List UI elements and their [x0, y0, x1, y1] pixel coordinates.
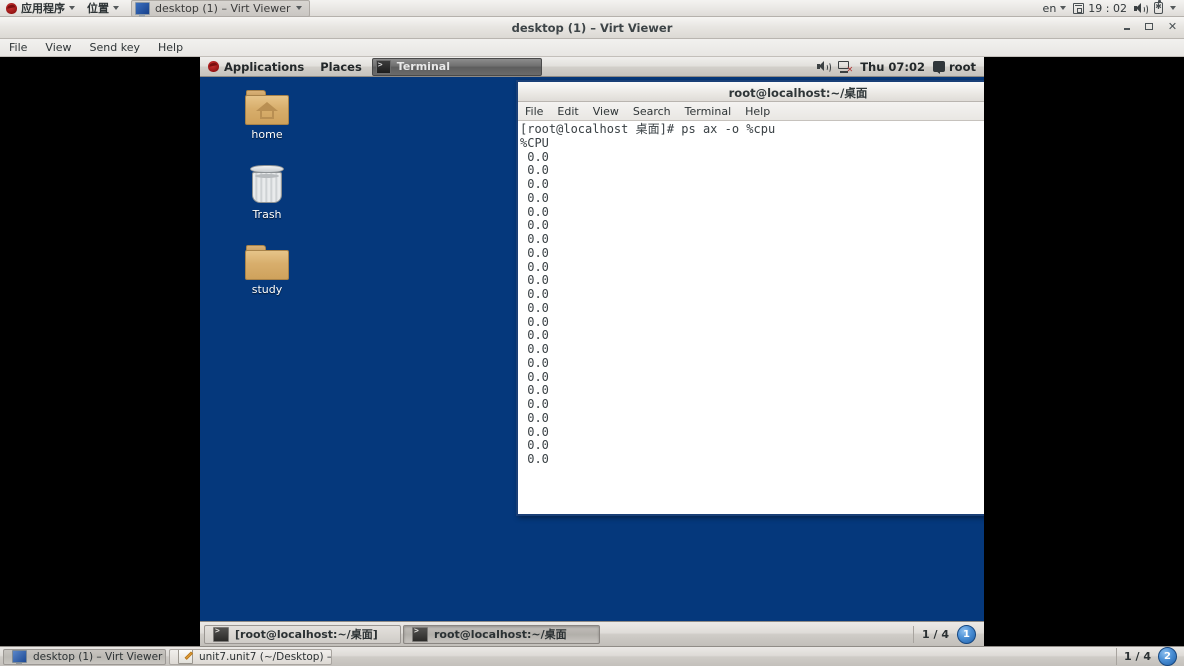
menu-view[interactable]: View [36, 39, 80, 57]
terminal-icon [213, 626, 229, 642]
vm-applications-menu[interactable]: Applications [200, 57, 312, 77]
monitor-icon [135, 1, 150, 17]
close-icon[interactable]: ✕ [1167, 21, 1178, 32]
vm-workspace-switcher[interactable]: 1 / 4 1 [913, 624, 980, 644]
vm-workspace-text: 1 / 4 [922, 627, 949, 641]
battery-icon [1154, 0, 1163, 14]
terminal-menubar: File Edit View Search Terminal Help [518, 102, 984, 121]
menu-help[interactable]: Help [149, 39, 192, 57]
host-applications-menu[interactable]: 应用程序 [0, 0, 81, 17]
vm-desktop[interactable]: Applications Places Terminal ✕ [200, 57, 984, 646]
maximize-icon[interactable] [1144, 21, 1155, 32]
vm-user-menu[interactable]: root [933, 60, 976, 74]
host-top-panel: 应用程序 位置 desktop (1) – Virt Viewer en 19 … [0, 0, 1184, 17]
terminal-icon [412, 626, 428, 642]
virt-viewer-titlebar[interactable]: desktop (1) – Virt Viewer ✕ [0, 17, 1184, 39]
desktop-icon-label: Trash [252, 208, 282, 221]
terminal-menu-help[interactable]: Help [738, 102, 777, 121]
host-taskbar-item-label: unit7.unit7 (~/Desktop) – gedit [199, 650, 332, 663]
host-clock[interactable]: 19 : 02 [1073, 2, 1127, 15]
vm-user-label: root [949, 59, 976, 74]
desktop-icon-label: study [251, 283, 283, 296]
terminal-titlebar[interactable]: root@localhost:~/桌面 ✕ [518, 82, 984, 102]
host-workspace-number[interactable]: 2 [1158, 647, 1177, 666]
vm-taskbar-item-label: [root@localhost:~/桌面] [235, 628, 378, 641]
vm-workspace-number[interactable]: 1 [957, 624, 976, 644]
chevron-down-icon [1060, 6, 1067, 10]
terminal-icon [375, 59, 391, 74]
vm-bottom-panel: [root@localhost:~/桌面] root@localhost:~/桌… [200, 621, 984, 646]
desktop-icon-study[interactable]: study [229, 245, 305, 296]
redhat-icon [208, 61, 219, 72]
host-clock-label: 19 : 02 [1088, 1, 1127, 15]
monitor-icon [12, 650, 27, 664]
host-taskbar-item-label: desktop (1) – Virt Viewer [33, 650, 163, 663]
menu-file[interactable]: File [0, 39, 36, 57]
host-top-window-button[interactable]: desktop (1) – Virt Viewer [131, 0, 310, 17]
vm-window-button-terminal[interactable]: Terminal [371, 57, 542, 76]
host-battery-indicator[interactable] [1154, 0, 1163, 14]
host-workspace-switcher[interactable]: 1 / 4 2 [1116, 647, 1181, 666]
vm-places-menu[interactable]: Places [312, 57, 370, 77]
folder-icon [245, 245, 289, 280]
terminal-window[interactable]: root@localhost:~/桌面 ✕ File Edit View Sea… [516, 80, 984, 516]
menu-send-key[interactable]: Send key [81, 39, 149, 57]
vm-window-button-label: Terminal [396, 60, 450, 73]
desktop-icon-trash[interactable]: Trash [229, 165, 305, 221]
vm-places-label: Places [320, 59, 362, 74]
speaker-icon[interactable] [817, 61, 832, 73]
divider [913, 625, 915, 643]
gedit-icon [178, 649, 193, 664]
vm-panel-status-area: ✕ Thu 07:02 root [817, 60, 984, 74]
terminal-menu-view[interactable]: View [586, 102, 626, 121]
vm-taskbar-item[interactable]: [root@localhost:~/桌面] [204, 624, 401, 644]
chevron-down-icon [69, 6, 75, 10]
terminal-output: [root@localhost 桌面]# ps ax -o %cpu %CPU … [520, 122, 776, 466]
virt-viewer-menubar: File View Send key Help [0, 39, 1184, 57]
terminal-title: root@localhost:~/桌面 [728, 86, 868, 100]
desktop-icon-label: home [251, 128, 283, 141]
host-applications-label: 应用程序 [21, 2, 65, 15]
host-workspace-text: 1 / 4 [1124, 650, 1151, 663]
redhat-icon [6, 2, 17, 14]
speaker-icon [1134, 2, 1148, 15]
host-bottom-panel: desktop (1) – Virt Viewer unit7.unit7 (~… [0, 646, 1184, 666]
terminal-menu-file[interactable]: File [518, 102, 550, 121]
screen: 应用程序 位置 desktop (1) – Virt Viewer en 19 … [0, 0, 1184, 666]
host-places-label: 位置 [87, 2, 109, 15]
vm-taskbar-item[interactable]: root@localhost:~/桌面 [403, 624, 600, 644]
virt-viewer-title: desktop (1) – Virt Viewer [511, 21, 673, 35]
host-volume-button[interactable] [1134, 2, 1148, 15]
network-disconnected-icon[interactable]: ✕ [838, 60, 853, 73]
terminal-menu-edit[interactable]: Edit [550, 102, 585, 121]
home-folder-icon [245, 90, 289, 125]
host-taskbar-item-gedit[interactable]: unit7.unit7 (~/Desktop) – gedit [169, 648, 332, 665]
calendar-icon [1073, 2, 1085, 14]
terminal-menu-search[interactable]: Search [626, 102, 678, 121]
vm-top-panel: Applications Places Terminal ✕ [200, 57, 984, 77]
virt-viewer-canvas: Applications Places Terminal ✕ [0, 57, 1184, 646]
user-icon [933, 61, 946, 74]
chevron-down-icon [295, 6, 302, 10]
host-places-menu[interactable]: 位置 [81, 0, 125, 17]
host-top-status-area: en 19 : 02 [1043, 0, 1184, 15]
chevron-down-icon [113, 6, 119, 10]
terminal-body[interactable]: [root@localhost 桌面]# ps ax -o %cpu %CPU … [518, 121, 984, 514]
host-top-window-label: desktop (1) – Virt Viewer [155, 1, 291, 15]
vm-applications-label: Applications [224, 59, 305, 74]
vm-taskbar-item-label: root@localhost:~/桌面 [434, 628, 567, 641]
terminal-menu-terminal[interactable]: Terminal [678, 102, 739, 121]
minimize-icon[interactable] [1121, 21, 1132, 32]
keyboard-layout-label: en [1042, 1, 1057, 15]
vm-clock[interactable]: Thu 07:02 [860, 60, 925, 74]
trash-icon [248, 165, 286, 205]
keyboard-layout-indicator[interactable]: en [1043, 2, 1067, 15]
host-taskbar-item-virt-viewer[interactable]: desktop (1) – Virt Viewer [3, 648, 166, 665]
virt-viewer-window-controls: ✕ [1121, 21, 1178, 32]
divider [1116, 648, 1118, 665]
chevron-down-icon[interactable] [1170, 6, 1176, 10]
desktop-icon-home[interactable]: home [229, 90, 305, 141]
